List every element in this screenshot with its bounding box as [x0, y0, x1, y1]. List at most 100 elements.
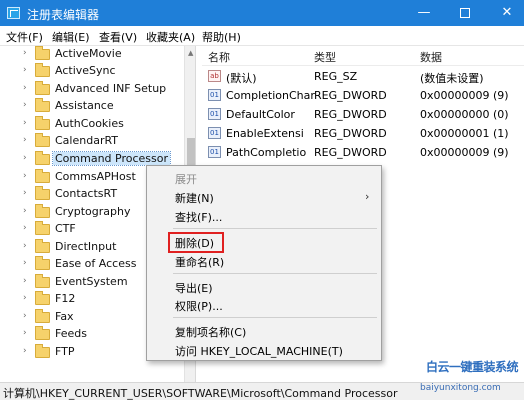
menu-item-new[interactable]: 新建(N) › [147, 188, 381, 206]
menu-file[interactable]: 文件(F) [6, 29, 43, 45]
chevron-right-icon[interactable]: › [23, 346, 27, 356]
chevron-right-icon[interactable]: › [23, 206, 27, 216]
tree-item[interactable]: › Advanced INF Setup [0, 81, 180, 98]
menu-item-label: 访问 HKEY_LOCAL_MACHINE(T) [175, 345, 343, 358]
tree-item[interactable]: › ActiveMovie [0, 46, 180, 63]
status-path: 计算机\HKEY_CURRENT_USER\SOFTWARE\Microsoft… [3, 387, 398, 400]
tree-item-label: DirectInput [55, 240, 117, 253]
column-header-name[interactable]: 名称 [208, 49, 230, 65]
value-row[interactable]: 01 CompletionChar REG_DWORD 0x00000009 (… [202, 86, 524, 104]
value-data: 0x00000000 (0) [420, 108, 509, 121]
watermark-logo: 白云一键重装系统 baiyunxitong.com [420, 356, 520, 396]
value-type: REG_DWORD [314, 127, 387, 140]
menu-help[interactable]: 帮助(H) [202, 29, 241, 45]
menu-item-label: 新建(N) [175, 192, 214, 205]
value-name: EnableExtensi [226, 127, 304, 140]
watermark-url: baiyunxitong.com [420, 383, 501, 393]
column-header-data[interactable]: 数据 [420, 49, 442, 65]
tree-item-label: F12 [55, 292, 76, 305]
folder-icon [35, 46, 50, 60]
menu-item-copy-key-name[interactable]: 复制项名称(C) [147, 322, 381, 340]
menu-item-label: 权限(P)... [175, 300, 223, 313]
close-button[interactable]: ✕ [490, 0, 524, 26]
binary-value-icon: 01 [208, 127, 221, 139]
value-data: 0x00000009 (9) [420, 146, 509, 159]
tree-item[interactable]: › AuthCookies [0, 116, 180, 133]
window-title: 注册表编辑器 [27, 8, 100, 22]
folder-icon [35, 326, 50, 340]
folder-icon [35, 169, 50, 183]
value-row[interactable]: 01 EnableExtensi REG_DWORD 0x00000001 (1… [202, 124, 524, 142]
scrollbar-thumb[interactable] [187, 138, 195, 166]
menu-edit[interactable]: 编辑(E) [52, 29, 90, 45]
regedit-app-icon [7, 7, 20, 19]
menu-item-permissions[interactable]: 权限(P)... [147, 296, 381, 314]
chevron-right-icon[interactable]: › [23, 258, 27, 268]
folder-icon [35, 116, 50, 130]
value-type: REG_DWORD [314, 89, 387, 102]
chevron-right-icon[interactable]: › [23, 223, 27, 233]
chevron-right-icon[interactable]: › [23, 293, 27, 303]
tree-item-label: Advanced INF Setup [55, 82, 167, 95]
chevron-right-icon[interactable]: › [23, 153, 27, 163]
menu-item-delete[interactable]: 删除(D) [147, 232, 381, 253]
chevron-right-icon[interactable]: › [23, 241, 27, 251]
value-row[interactable]: ab (默认) REG_SZ (数值未设置) [202, 67, 524, 85]
tree-item-label: Fax [55, 310, 74, 323]
menu-item-label: 复制项名称(C) [175, 326, 247, 339]
chevron-right-icon[interactable]: › [23, 65, 27, 75]
menu-item-goto-hklm[interactable]: 访问 HKEY_LOCAL_MACHINE(T) [147, 341, 381, 359]
tree-item-label: Cryptography [55, 205, 131, 218]
value-row[interactable]: 01 PathCompletio REG_DWORD 0x00000009 (9… [202, 143, 524, 161]
column-header-type[interactable]: 类型 [314, 49, 336, 65]
chevron-right-icon[interactable]: › [23, 188, 27, 198]
watermark-title: 白云一键重装系统 [426, 360, 519, 374]
maximize-icon [460, 7, 470, 18]
string-value-icon: ab [208, 70, 221, 82]
folder-icon [35, 256, 50, 270]
folder-icon [35, 63, 50, 77]
maximize-button[interactable] [448, 0, 482, 26]
tree-item-label: Assistance [55, 99, 114, 112]
scroll-up-arrow-icon[interactable]: ▲ [188, 49, 193, 57]
chevron-right-icon[interactable]: › [23, 48, 27, 58]
menu-view[interactable]: 查看(V) [99, 29, 137, 45]
value-name: DefaultColor [226, 108, 295, 121]
chevron-right-icon[interactable]: › [23, 171, 27, 181]
menu-separator [173, 317, 377, 318]
chevron-right-icon[interactable]: › [23, 311, 27, 321]
menu-item-label: 重命名(R) [175, 256, 225, 269]
menu-item-label: 导出(E) [175, 282, 213, 295]
value-data: 0x00000009 (9) [420, 89, 509, 102]
menu-bar: 文件(F) 编辑(E) 查看(V) 收藏夹(A) 帮助(H) [0, 26, 524, 46]
tree-item-label: Feeds [55, 327, 87, 340]
menu-item-find[interactable]: 查找(F)... [147, 207, 381, 225]
menu-favorites[interactable]: 收藏夹(A) [146, 29, 195, 45]
list-header: 名称 类型 数据 [202, 46, 524, 66]
folder-icon [35, 344, 50, 358]
chevron-right-icon[interactable]: › [23, 100, 27, 110]
chevron-right-icon[interactable]: › [23, 118, 27, 128]
menu-item-expand[interactable]: 展开 [147, 169, 381, 187]
menu-item-export[interactable]: 导出(E) [147, 278, 381, 296]
menu-item-label: 查找(F)... [175, 211, 223, 224]
context-menu: 展开 新建(N) › 查找(F)... 删除(D) 重命名(R) 导出(E) 权限… [146, 165, 382, 361]
menu-item-label: 展开 [175, 173, 197, 186]
menu-item-rename[interactable]: 重命名(R) [147, 252, 381, 270]
minimize-button[interactable]: — [407, 0, 441, 26]
tree-item[interactable]: › CalendarRT [0, 133, 180, 150]
chevron-right-icon[interactable]: › [23, 276, 27, 286]
tree-item[interactable]: › ActiveSync [0, 63, 180, 80]
tree-item-label: ContactsRT [55, 187, 118, 200]
folder-icon [35, 204, 50, 218]
value-row[interactable]: 01 DefaultColor REG_DWORD 0x00000000 (0) [202, 105, 524, 123]
tree-item-label: ActiveSync [55, 64, 116, 77]
folder-icon [35, 239, 50, 253]
value-data: (数值未设置) [420, 72, 484, 85]
folder-icon [35, 133, 50, 147]
chevron-right-icon[interactable]: › [23, 135, 27, 145]
tree-item[interactable]: › Assistance [0, 98, 180, 115]
folder-icon [35, 291, 50, 305]
chevron-right-icon[interactable]: › [23, 83, 27, 93]
chevron-right-icon[interactable]: › [23, 328, 27, 338]
